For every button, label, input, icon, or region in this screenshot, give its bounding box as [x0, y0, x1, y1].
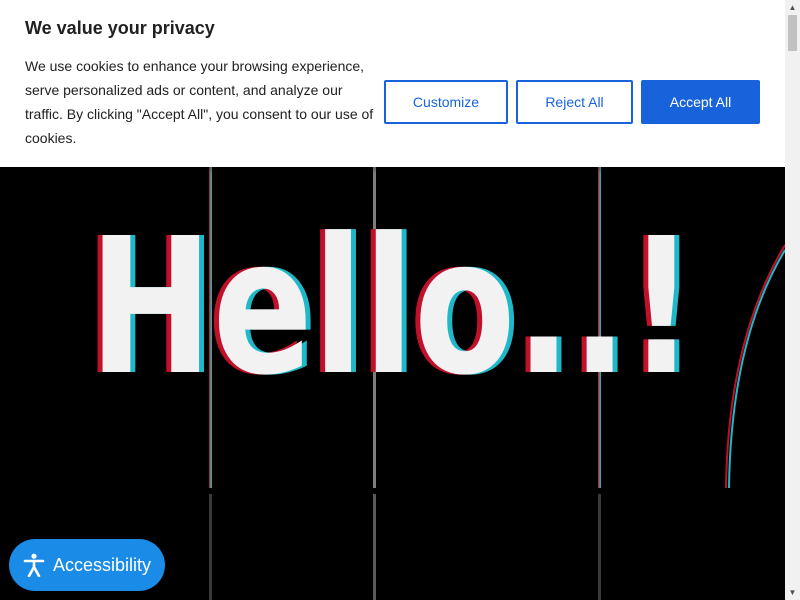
accessibility-button[interactable]: Accessibility: [9, 539, 165, 591]
accessibility-person-icon: [23, 553, 45, 577]
hero-headline: Hello..!: [89, 198, 695, 417]
scroll-down-arrow-icon[interactable]: ▼: [785, 585, 800, 600]
page-scrollbar[interactable]: ▲ ▼: [785, 0, 800, 600]
cookie-banner-text: We use cookies to enhance your browsing …: [25, 58, 374, 146]
reject-all-button[interactable]: Reject All: [516, 80, 633, 124]
accessibility-label: Accessibility: [53, 554, 152, 575]
scrollbar-thumb[interactable]: [788, 15, 797, 51]
cookie-consent-banner: We value your privacy We use cookies to …: [0, 0, 785, 167]
cookie-banner-title: We value your privacy: [25, 18, 215, 38]
accept-all-button[interactable]: Accept All: [641, 80, 760, 124]
customize-button[interactable]: Customize: [384, 80, 508, 124]
scroll-up-arrow-icon[interactable]: ▲: [785, 0, 800, 15]
